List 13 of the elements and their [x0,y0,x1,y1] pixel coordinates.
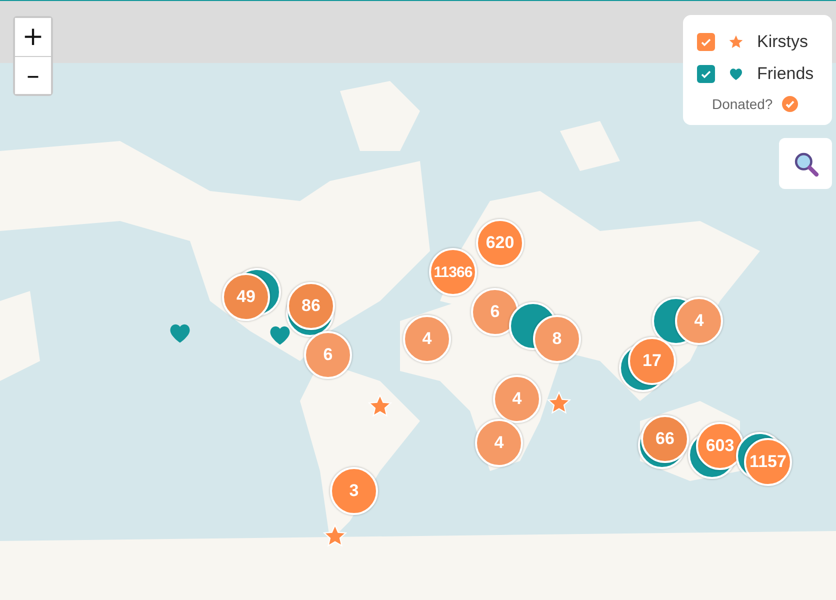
checkmark-icon [700,36,712,48]
layer-label: Kirstys [757,32,808,52]
checkmark-icon [700,68,712,80]
check-circle-icon[interactable] [782,96,798,112]
star-icon[interactable] [367,393,393,419]
layer-checkbox[interactable] [697,33,715,51]
search-button[interactable] [779,138,832,189]
donated-label: Donated? [712,96,773,112]
layer-checkbox[interactable] [697,65,715,83]
layer-label: Friends [757,64,814,84]
zoom-out-button[interactable]: – [15,56,51,94]
star-icon[interactable] [322,523,348,549]
star-icon[interactable] [546,390,572,416]
